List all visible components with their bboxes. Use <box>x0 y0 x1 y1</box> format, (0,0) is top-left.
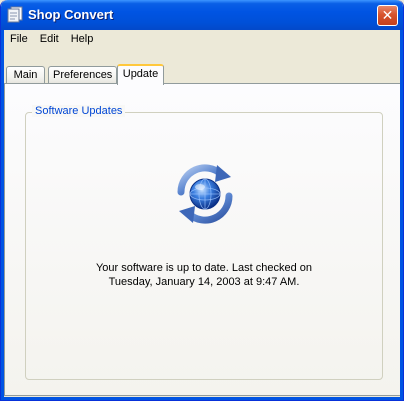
status-line-2: Tuesday, January 14, 2003 at 9:47 AM. <box>108 276 300 288</box>
title-bar[interactable]: Shop Convert ✕ <box>1 0 403 30</box>
refresh-globe-icon <box>177 164 233 224</box>
close-button[interactable]: ✕ <box>377 5 398 26</box>
menu-help[interactable]: Help <box>65 30 100 48</box>
update-tab-panel: Software Updates Your software is up to … <box>4 83 402 396</box>
window-title: Shop Convert <box>28 7 114 22</box>
menu-bar: File Edit Help <box>4 30 400 48</box>
menu-file[interactable]: File <box>4 30 34 48</box>
tab-strip: Main Preferences Update <box>4 62 400 85</box>
group-title: Software Updates <box>32 105 126 117</box>
tab-main[interactable]: Main <box>6 66 45 84</box>
tab-preferences[interactable]: Preferences <box>48 66 117 84</box>
app-window: Shop Convert ✕ File Edit Help Main Prefe… <box>0 0 404 401</box>
software-updates-group: Software Updates Your software is up to … <box>25 105 383 380</box>
status-line-1: Your software is up to date. Last checke… <box>95 262 313 274</box>
close-icon: ✕ <box>381 7 394 24</box>
tab-update[interactable]: Update <box>117 64 164 85</box>
menu-edit[interactable]: Edit <box>34 30 65 48</box>
window-bottom-border <box>1 397 403 400</box>
app-icon <box>7 6 23 23</box>
